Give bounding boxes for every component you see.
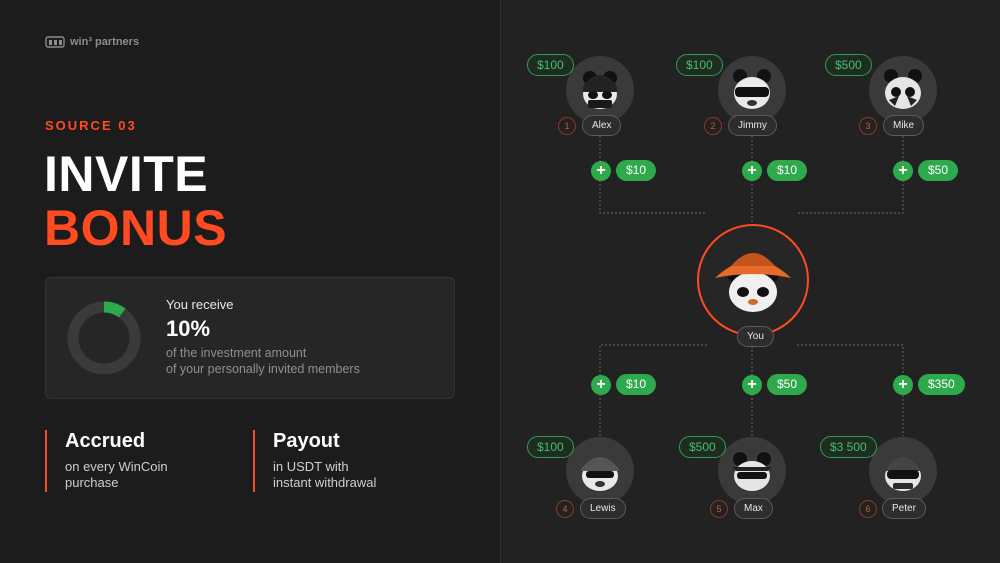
- plus-icon: +: [591, 161, 611, 181]
- avatar: [718, 437, 786, 505]
- avatar: [566, 437, 634, 505]
- plus-icon: +: [591, 375, 611, 395]
- member-number: 2: [704, 117, 722, 135]
- panda-avatar-icon: [885, 457, 921, 491]
- investment-amount: $500: [679, 436, 726, 458]
- plus-icon: +: [893, 161, 913, 181]
- member-number: 4: [556, 500, 574, 518]
- panda-avatar-icon: [732, 452, 772, 491]
- panda-avatar-icon: [583, 71, 617, 109]
- bonus-amount: $10: [616, 374, 657, 395]
- member-number: 5: [710, 500, 728, 518]
- center-avatar: [697, 224, 809, 336]
- investment-amount: $100: [527, 436, 574, 458]
- bonus-amount: $50: [767, 374, 808, 395]
- bonus-amount: $10: [616, 160, 657, 181]
- avatar: [718, 56, 786, 124]
- panda-avatar-icon: [733, 69, 771, 109]
- member-name: Jimmy: [728, 115, 777, 136]
- bonus-amount: $10: [767, 160, 808, 181]
- member-name: Max: [734, 498, 773, 519]
- member-number: 6: [859, 500, 877, 518]
- panda-avatar-icon: [581, 457, 619, 491]
- member-number: 3: [859, 117, 877, 135]
- avatar: [869, 437, 937, 505]
- investment-amount: $100: [676, 54, 723, 76]
- investment-amount: $3 500: [820, 436, 877, 458]
- investment-amount: $500: [825, 54, 872, 76]
- avatar: [869, 56, 937, 124]
- panda-avatar-icon: [884, 69, 922, 109]
- center-name: You: [737, 326, 774, 347]
- member-name: Peter: [882, 498, 926, 519]
- plus-icon: +: [893, 375, 913, 395]
- avatar: [566, 56, 634, 124]
- member-name: Mike: [883, 115, 925, 136]
- bonus-amount: $50: [918, 160, 959, 181]
- plus-icon: +: [742, 161, 762, 181]
- investment-amount: $100: [527, 54, 574, 76]
- panda-hat-avatar-icon: [715, 253, 791, 312]
- member-name: Lewis: [580, 498, 626, 519]
- member-number: 1: [558, 117, 576, 135]
- bonus-amount: $350: [918, 374, 965, 395]
- plus-icon: +: [742, 375, 762, 395]
- member-name: Alex: [582, 115, 622, 136]
- referral-tree-lines: [599, 136, 904, 436]
